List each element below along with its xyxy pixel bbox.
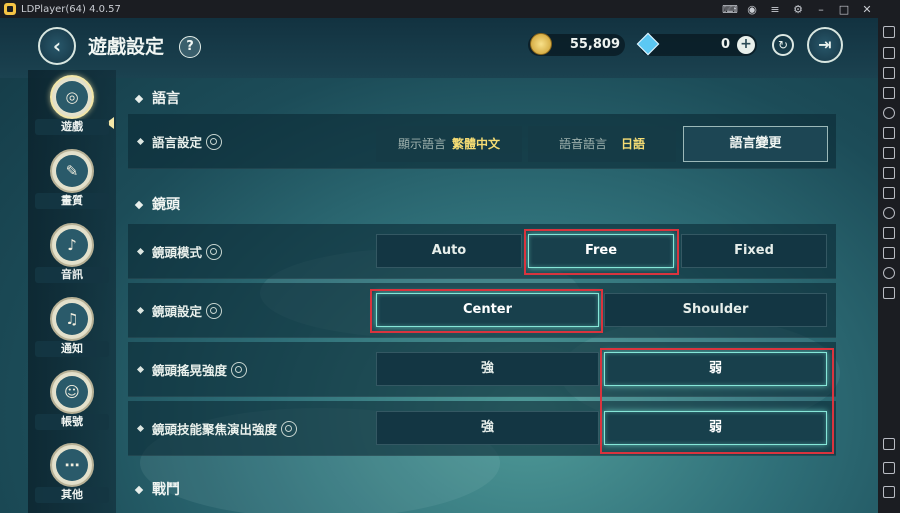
emulator-title-bar: LDPlayer(64) 4.0.57 ⌨ ◉ ≡ ⚙ – □ ✕ xyxy=(0,0,900,18)
camera-focus-strong-button[interactable]: 強 xyxy=(376,411,599,445)
maximize-icon[interactable]: □ xyxy=(837,3,851,16)
help-button[interactable]: ? xyxy=(179,36,201,58)
play-icon[interactable] xyxy=(883,187,895,199)
gold-amount: 55,809 xyxy=(569,37,620,52)
tab-label: 帳號 xyxy=(35,414,109,430)
camera-mode-fixed-button[interactable]: Fixed xyxy=(681,234,827,268)
row-label: 鏡頭搖晃強度 xyxy=(152,363,228,378)
camera-shake-strong-button[interactable]: 強 xyxy=(376,352,599,386)
row-label: 鏡頭模式 xyxy=(152,245,203,260)
gamepad-icon[interactable]: ⌨ xyxy=(722,3,738,16)
section-title-battle: 戰鬥 xyxy=(134,479,180,499)
volume-up-icon[interactable] xyxy=(883,47,895,59)
camera-mode-auto-button[interactable]: Auto xyxy=(376,234,522,268)
video-icon[interactable] xyxy=(883,127,895,139)
tab-label: 遊戲 xyxy=(35,119,109,135)
volume-down-icon[interactable] xyxy=(883,67,895,79)
minimize-icon[interactable]: – xyxy=(814,3,828,16)
user-icon[interactable]: ◉ xyxy=(745,3,759,16)
window-controls: ⌨ ◉ ≡ ⚙ – □ ✕ xyxy=(722,0,874,18)
voice-language-box: 語音語言 日語 xyxy=(528,126,676,162)
search-icon[interactable] xyxy=(206,302,223,319)
camera-setting-shoulder-button[interactable]: Shoulder xyxy=(604,293,827,327)
exit-button[interactable]: ⇥ xyxy=(807,27,843,63)
section-title-language: 語言 xyxy=(134,88,180,108)
gamepad-icon: ◎ xyxy=(56,81,88,113)
recent-apps-icon[interactable] xyxy=(883,486,895,498)
tab-notifications[interactable]: ♫ 通知 xyxy=(33,297,111,369)
more-icon: ⋯ xyxy=(56,449,88,481)
search-icon[interactable] xyxy=(281,420,298,437)
row-label: 鏡頭設定 xyxy=(152,304,203,319)
scissors-icon[interactable] xyxy=(883,167,895,179)
add-gems-button[interactable]: + xyxy=(737,36,755,54)
row-label: 鏡頭技能聚焦演出強度 xyxy=(152,422,278,437)
exit-door-icon: ⇥ xyxy=(818,35,832,54)
folder-icon[interactable] xyxy=(883,247,895,259)
sync-icon[interactable] xyxy=(883,227,895,239)
gem-amount: 0 xyxy=(720,37,730,52)
highlight-box xyxy=(370,289,603,333)
section-title-camera: 鏡頭 xyxy=(134,194,180,214)
gold-coin-icon xyxy=(530,33,552,55)
refresh-icon[interactable]: ↻ xyxy=(772,34,794,56)
shake-icon[interactable] xyxy=(883,287,895,299)
emulator-toolbar xyxy=(878,18,900,513)
search-icon[interactable] xyxy=(206,243,223,260)
tab-other[interactable]: ⋯ 其他 xyxy=(33,443,111,513)
location-icon[interactable] xyxy=(883,267,895,279)
palette-icon: ✎ xyxy=(56,155,88,187)
voice-language-value: 日語 xyxy=(621,137,646,151)
home-icon[interactable] xyxy=(883,462,895,474)
row-label: 語言設定 xyxy=(152,135,203,150)
highlight-box xyxy=(524,229,679,275)
close-icon[interactable]: ✕ xyxy=(860,3,874,16)
highlight-box xyxy=(600,348,834,454)
game-screen: ‹ 遊戲設定 ? 55,809 0 + ↻ ⇥ ◎ 遊戲 ✎ 畫質 ♪ 音訊 ♫… xyxy=(0,18,878,513)
emulator-title: LDPlayer(64) 4.0.57 xyxy=(21,3,121,15)
back-icon[interactable] xyxy=(883,438,895,450)
bell-icon: ♫ xyxy=(56,303,88,335)
settings-icon[interactable]: ⚙ xyxy=(791,3,805,16)
change-language-button[interactable]: 語言變更 xyxy=(683,126,828,162)
screenshot-icon[interactable] xyxy=(883,87,895,99)
keyboard-icon[interactable] xyxy=(883,26,895,38)
search-icon[interactable] xyxy=(206,133,223,150)
search-icon[interactable] xyxy=(231,361,248,378)
tab-label: 音訊 xyxy=(35,267,109,283)
sync-icon[interactable] xyxy=(883,207,895,219)
operation-record-icon[interactable] xyxy=(883,147,895,159)
tab-account[interactable]: ☺ 帳號 xyxy=(33,370,111,442)
ldplayer-logo-icon xyxy=(4,3,16,15)
tab-label: 畫質 xyxy=(35,193,109,209)
tab-label: 其他 xyxy=(35,487,109,503)
tab-game[interactable]: ◎ 遊戲 xyxy=(33,75,111,147)
speaker-icon: ♪ xyxy=(56,229,88,261)
tab-audio[interactable]: ♪ 音訊 xyxy=(33,223,111,295)
page-title: 遊戲設定 xyxy=(88,36,165,58)
rotate-icon[interactable] xyxy=(883,107,895,119)
tab-label: 通知 xyxy=(35,341,109,357)
display-language-value: 繁體中文 xyxy=(452,137,501,151)
display-language-box: 顯示語言 繁體中文 xyxy=(376,126,522,162)
tab-graphics[interactable]: ✎ 畫質 xyxy=(33,149,111,221)
arrow-left-icon: ‹ xyxy=(52,34,62,58)
back-button[interactable]: ‹ xyxy=(38,27,76,65)
menu-icon[interactable]: ≡ xyxy=(768,3,782,16)
account-icon: ☺ xyxy=(56,376,88,408)
